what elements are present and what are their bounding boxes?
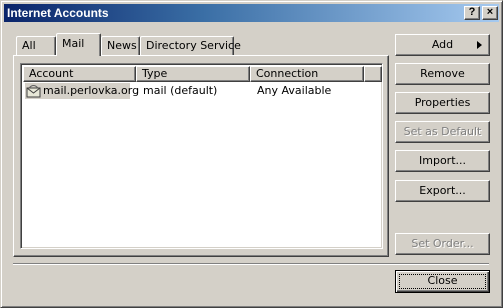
add-button-label: Add: [431, 38, 454, 51]
tab-mail[interactable]: Mail: [56, 33, 101, 56]
chevron-right-icon: [477, 41, 482, 49]
remove-button[interactable]: Remove: [395, 63, 490, 85]
properties-button[interactable]: Properties: [395, 92, 490, 114]
help-icon[interactable]: ?: [464, 6, 480, 20]
account-cell[interactable]: mail.perlovka.org: [25, 83, 139, 99]
tab-news[interactable]: News: [101, 36, 140, 55]
window-title: Internet Accounts: [7, 6, 109, 20]
column-header-type[interactable]: Type: [136, 66, 250, 82]
tab-all[interactable]: All: [16, 36, 56, 55]
list-item[interactable]: mail.perlovka.org mail (default) Any Ava…: [23, 83, 382, 99]
add-button[interactable]: Add: [395, 34, 490, 56]
import-button[interactable]: Import...: [395, 150, 490, 172]
accounts-list[interactable]: Account Type Connection mail.perlovka.or…: [20, 63, 383, 249]
tab-directory-service[interactable]: Directory Service: [140, 36, 241, 55]
account-type: mail (default): [143, 84, 218, 97]
title-bar[interactable]: Internet Accounts ? ×: [4, 4, 499, 22]
export-button[interactable]: Export...: [395, 180, 490, 202]
separator: [13, 263, 489, 265]
set-as-default-button[interactable]: Set as Default: [395, 121, 490, 143]
mail-server-icon: [26, 85, 41, 98]
account-connection: Any Available: [257, 84, 332, 97]
close-button[interactable]: Close: [395, 270, 490, 293]
column-header-connection[interactable]: Connection: [250, 66, 364, 82]
column-header-account[interactable]: Account: [23, 66, 136, 82]
column-header-filler: [364, 66, 382, 82]
account-name: mail.perlovka.org: [43, 84, 140, 97]
close-icon[interactable]: ×: [482, 6, 498, 20]
set-order-button[interactable]: Set Order...: [395, 233, 490, 255]
focus-rect: [399, 274, 486, 289]
